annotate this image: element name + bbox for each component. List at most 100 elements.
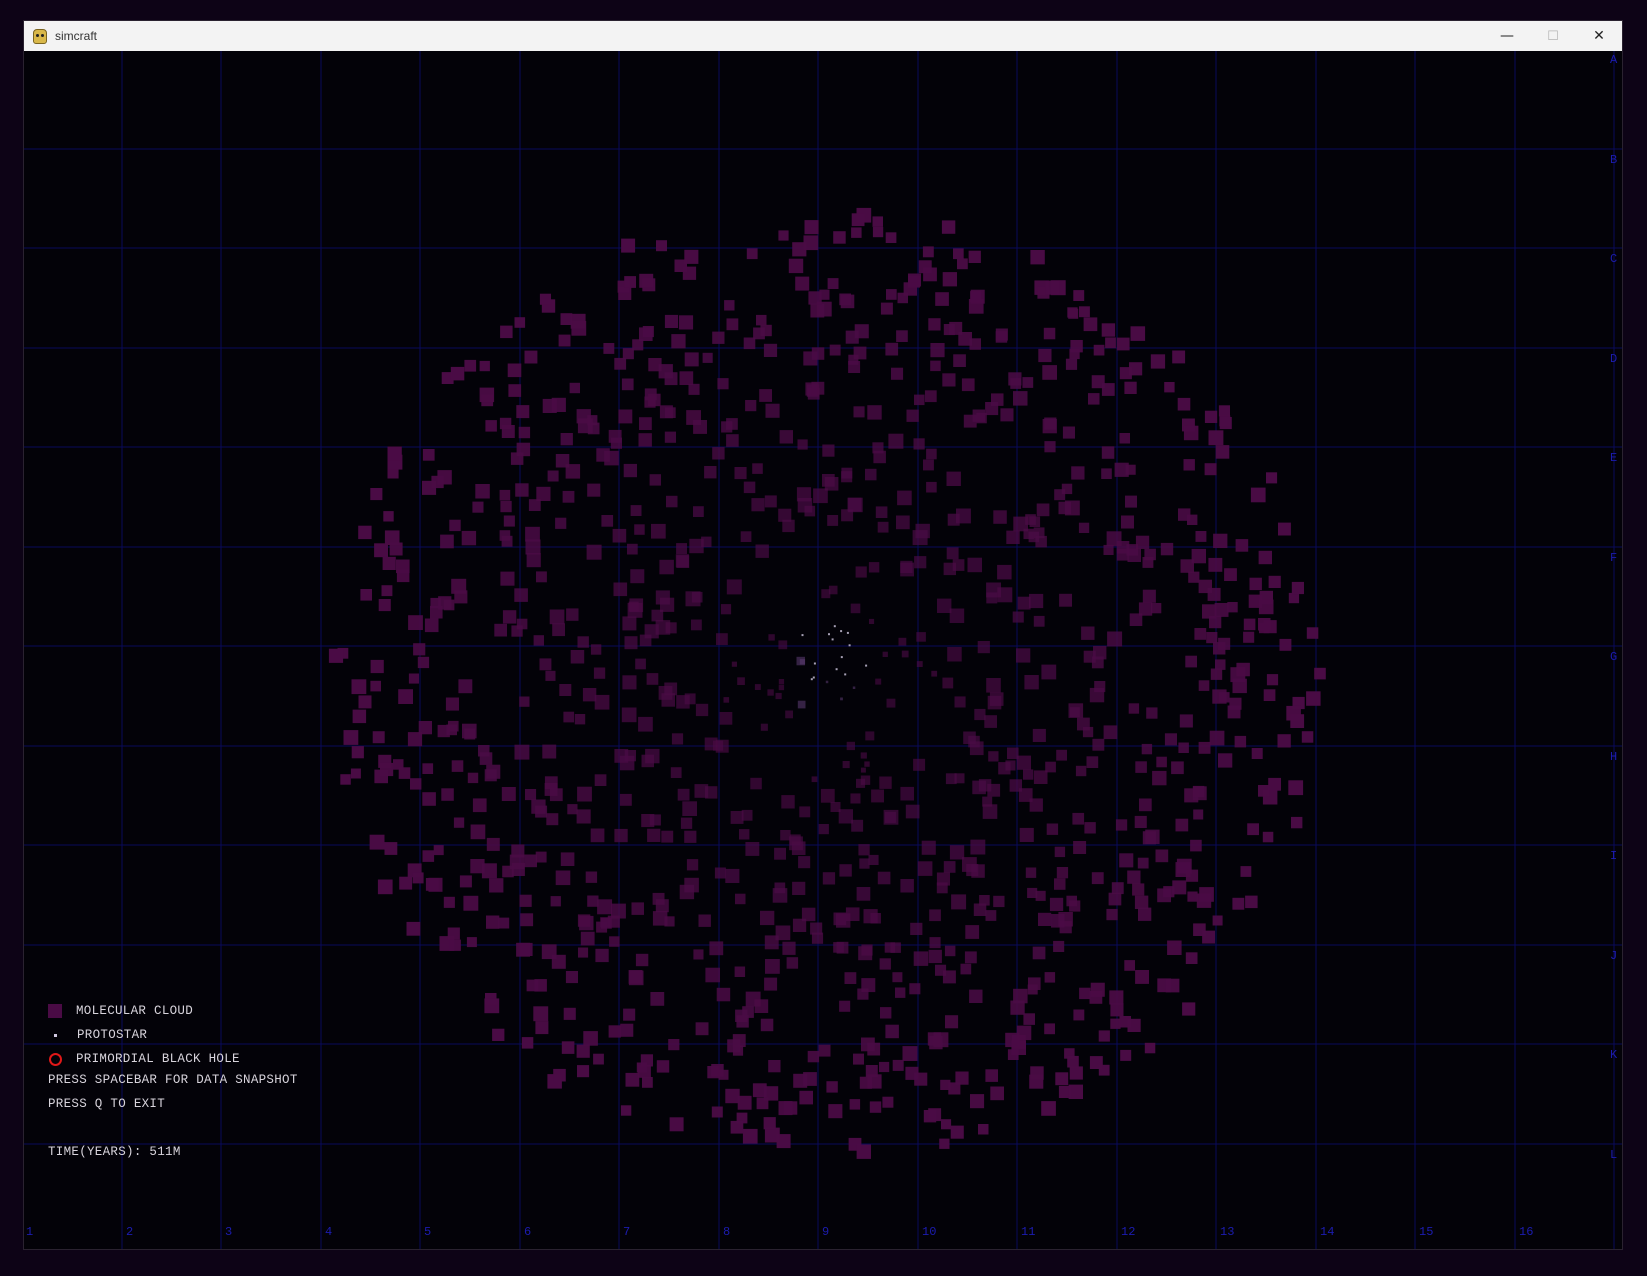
molecular-cloud-particle [1127, 1018, 1141, 1032]
molecular-cloud-particle [1105, 337, 1116, 349]
simulation-canvas[interactable]: 1 2 3 4 5 6 7 8 9 10 11 12 13 14 15 16 A B C D E F G H I J K L MOLE… [24, 51, 1622, 1249]
molecular-cloud-particle [464, 728, 476, 740]
molecular-cloud-particle [869, 618, 875, 624]
molecular-cloud-particle [850, 793, 861, 804]
molecular-cloud-particle [985, 402, 999, 416]
molecular-cloud-particle [972, 409, 985, 422]
molecular-cloud-particle [472, 501, 484, 513]
protostar [840, 656, 843, 659]
molecular-cloud-particle [1045, 280, 1060, 295]
molecular-cloud-particle [1279, 638, 1292, 651]
molecular-cloud-particle [1218, 405, 1230, 417]
molecular-cloud-particle [499, 417, 512, 430]
molecular-cloud-particle [1089, 991, 1103, 1004]
molecular-cloud-particle [734, 467, 747, 480]
molecular-cloud-particle [923, 459, 934, 471]
molecular-cloud-particle [1091, 375, 1105, 389]
molecular-cloud-particle [514, 744, 530, 760]
molecular-cloud-particle [590, 644, 602, 655]
molecular-cloud-particle [1116, 337, 1130, 351]
molecular-cloud-particle [1030, 250, 1045, 265]
molecular-cloud-particle [850, 603, 861, 614]
molecular-cloud-particle [1291, 816, 1303, 829]
molecular-cloud-particle [1111, 882, 1124, 895]
molecular-cloud-particle [1219, 692, 1230, 703]
molecular-cloud-particle [372, 731, 385, 744]
molecular-cloud-particle [1078, 522, 1090, 533]
molecular-cloud-particle [393, 759, 404, 770]
molecular-cloud-particle [723, 697, 730, 703]
molecular-cloud-particle [622, 348, 634, 360]
molecular-cloud-particle [764, 495, 777, 508]
molecular-cloud-particle [1030, 1066, 1044, 1080]
title-bar[interactable]: simcraft — ☐ ✕ [24, 21, 1622, 52]
molecular-cloud-particle [1185, 869, 1199, 882]
molecular-cloud-particle [628, 601, 639, 612]
molecular-cloud-particle [725, 868, 740, 883]
molecular-cloud-particle [1092, 738, 1105, 751]
molecular-cloud-particle [954, 696, 966, 708]
molecular-cloud-particle [1185, 952, 1198, 964]
molecular-cloud-particle [947, 647, 962, 662]
molecular-cloud-particle [988, 751, 999, 762]
molecular-cloud-particle [1022, 377, 1034, 388]
molecular-cloud-particle [869, 1101, 882, 1113]
molecular-cloud-particle [811, 381, 825, 395]
molecular-cloud-particle [381, 585, 393, 597]
molecular-cloud-particle [514, 317, 526, 328]
molecular-cloud-particle [1215, 445, 1230, 459]
molecular-cloud-particle [730, 1120, 744, 1134]
molecular-cloud-particle [822, 474, 835, 487]
molecular-cloud-particle [622, 675, 637, 690]
maximize-button[interactable]: ☐ [1530, 21, 1576, 51]
molecular-cloud-particle [1103, 725, 1118, 740]
molecular-cloud-particle [1041, 664, 1057, 680]
molecular-cloud-particle [578, 947, 589, 958]
molecular-cloud-particle [838, 809, 853, 824]
molecular-cloud-particle [486, 837, 500, 851]
molecular-cloud-particle [1135, 535, 1150, 549]
molecular-cloud-particle [449, 519, 461, 532]
molecular-cloud-particle [1042, 365, 1057, 380]
molecular-cloud-particle [533, 1006, 549, 1022]
molecular-cloud-particle [1079, 987, 1091, 1000]
molecular-cloud-particle [1086, 756, 1099, 768]
molecular-cloud-particle [1119, 433, 1130, 444]
molecular-cloud-particle [760, 910, 775, 926]
molecular-cloud-particle [964, 951, 977, 964]
molecular-cloud-particle [441, 788, 454, 801]
molecular-cloud-particle [879, 958, 891, 970]
molecular-cloud-particle [877, 871, 891, 885]
molecular-cloud-particle [808, 291, 822, 305]
molecular-cloud-particle [803, 1072, 817, 1086]
molecular-cloud-particle [1183, 425, 1199, 441]
molecular-cloud-particle [1062, 426, 1075, 439]
molecular-cloud-particle [566, 608, 579, 621]
molecular-cloud-particle [682, 801, 697, 816]
molecular-cloud-particle [768, 1060, 781, 1073]
molecular-cloud-particle [767, 689, 774, 696]
molecular-cloud-particle [351, 679, 367, 695]
molecular-cloud-particle [1224, 568, 1237, 581]
molecular-cloud-particle [883, 809, 899, 825]
molecular-cloud-particle [525, 789, 537, 801]
molecular-cloud-particle [422, 792, 436, 806]
molecular-cloud-particle [868, 854, 879, 865]
molecular-cloud-particle [1053, 940, 1065, 952]
molecular-cloud-particle [1263, 689, 1276, 701]
molecular-cloud-particle [1150, 354, 1166, 369]
molecular-cloud-particle [930, 360, 941, 372]
molecular-cloud-particle [859, 858, 870, 869]
molecular-cloud-particle [1301, 731, 1314, 743]
molecular-cloud-particle [614, 828, 628, 843]
molecular-cloud-particle [839, 864, 852, 877]
molecular-cloud-particle [968, 250, 981, 263]
molecular-cloud-particle [952, 559, 965, 571]
close-button[interactable]: ✕ [1576, 21, 1622, 51]
minimize-button[interactable]: — [1484, 21, 1530, 51]
molecular-cloud-particle [1067, 307, 1078, 318]
molecular-cloud-particle [1101, 468, 1112, 479]
molecular-cloud-particle [1012, 611, 1024, 623]
molecular-cloud-particle [698, 914, 711, 927]
column-label: 14 [1320, 1225, 1334, 1239]
